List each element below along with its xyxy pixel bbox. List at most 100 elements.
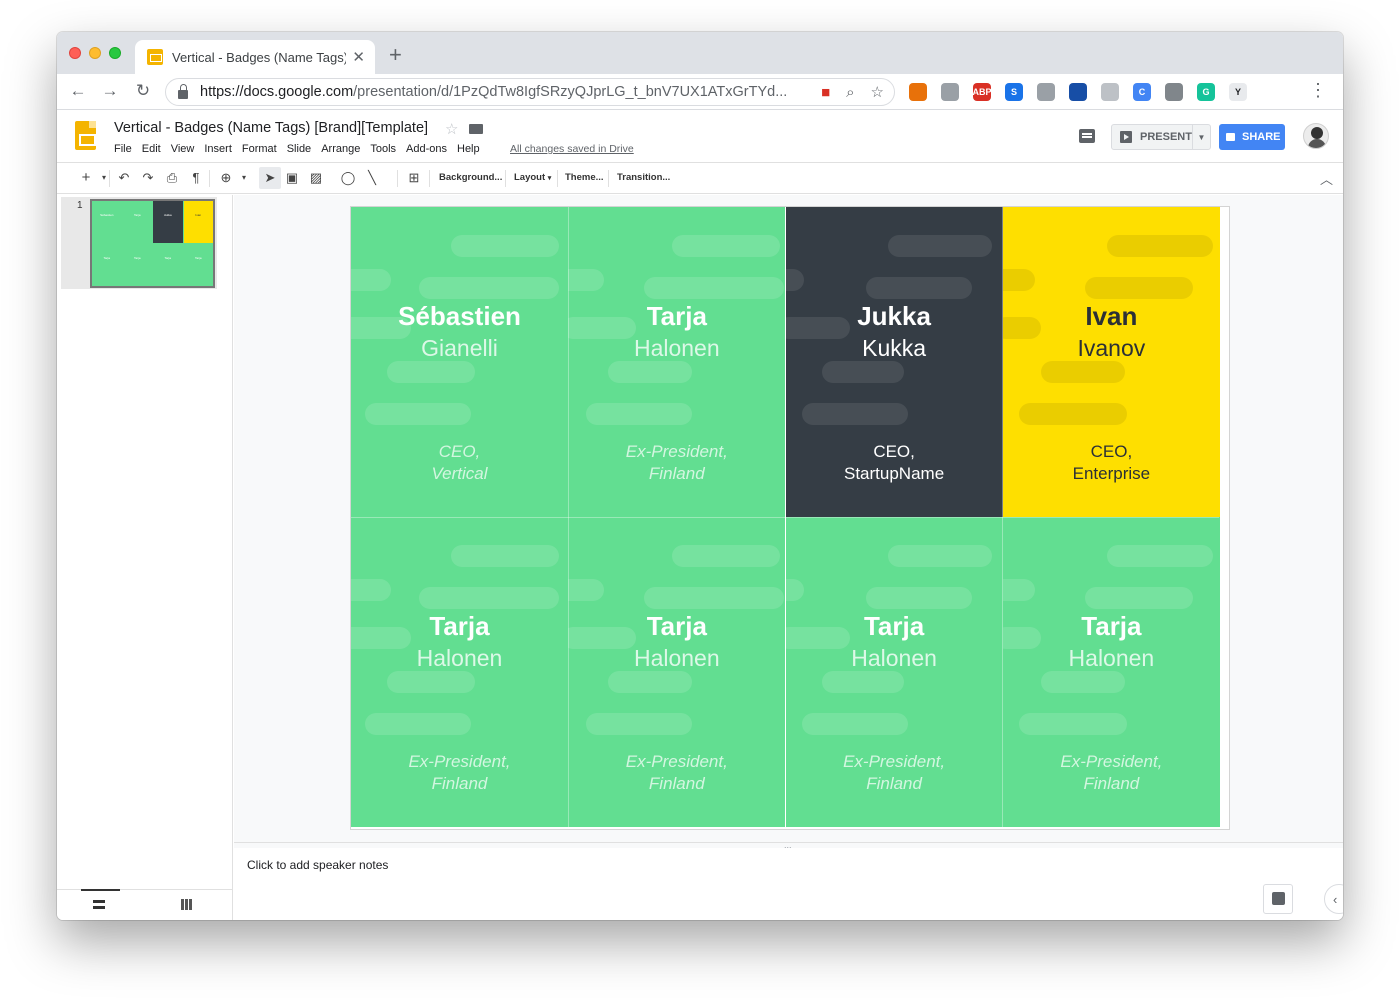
forward-arrow-icon[interactable]: → [99,81,121,101]
speaker-notes[interactable]: Click to add speaker notes [234,848,1343,920]
badge-role[interactable]: CEO, StartupName [786,441,1003,485]
badge-last-name[interactable]: Halonen [568,645,785,672]
badge-first-name[interactable]: Tarja [786,611,1003,642]
c-extension-icon[interactable]: C [1133,83,1151,101]
user-avatar[interactable] [1303,123,1329,149]
name-badge[interactable]: Tarja Halonen Ex-President, Finland [785,517,1003,827]
name-badge[interactable]: Tarja Halonen Ex-President, Finland [568,517,786,827]
badge-last-name[interactable]: Halonen [351,645,568,672]
badge-last-name[interactable]: Gianelli [351,335,568,362]
camera-blocked-icon[interactable]: ■ [821,84,830,101]
badge-last-name[interactable]: Halonen [786,645,1003,672]
menu-help[interactable]: Help [457,143,480,155]
badge-role[interactable]: CEO, Vertical [351,441,568,485]
new-tab-button[interactable]: + [389,44,402,66]
chart-extension-icon[interactable] [1069,83,1087,101]
badge-last-name[interactable]: Halonen [1003,645,1220,672]
folder-icon[interactable] [469,124,483,134]
name-badge[interactable]: Tarja Halonen Ex-President, Finland [351,517,568,827]
badge-last-name[interactable]: Kukka [786,335,1003,362]
s-extension-icon[interactable]: S [1005,83,1023,101]
badge-role[interactable]: Ex-President, Finland [1003,751,1220,795]
badge-first-name[interactable]: Tarja [568,611,785,642]
adblock-extension-icon[interactable]: ABP [973,83,992,101]
badge-role[interactable]: CEO, Enterprise [1003,441,1220,485]
image-icon[interactable]: ▨ [307,169,325,187]
present-dropdown-icon[interactable]: ▼ [1192,125,1210,149]
list-view-icon[interactable] [93,900,105,909]
grammarly-extension-icon[interactable]: G [1197,83,1215,101]
transition-button[interactable]: Transition... [617,172,670,183]
new-slide-dropdown-icon[interactable]: ▾ [95,169,113,187]
minimize-window-button[interactable] [89,47,101,59]
circle-extension-icon[interactable] [1037,83,1055,101]
bookmark-star-icon[interactable]: ☆ [871,83,884,101]
name-badge[interactable]: Ivan Ivanov CEO, Enterprise [1002,207,1220,517]
grid-extension-icon[interactable] [1101,83,1119,101]
badge-last-name[interactable]: Halonen [568,335,785,362]
menu-file[interactable]: File [114,143,132,155]
name-badge[interactable]: Sébastien Gianelli CEO, Vertical [351,207,568,517]
badge-first-name[interactable]: Ivan [1003,301,1220,332]
menu-edit[interactable]: Edit [142,143,161,155]
theme-button[interactable]: Theme... [565,172,604,183]
slide-thumbnail[interactable]: Sébastien Tarja Jukka Ivan Tarja Tarja Tarja Ta… [90,199,215,288]
line-icon[interactable]: ╲ [363,169,381,187]
menu-format[interactable]: Format [242,143,277,155]
browser-tab-active[interactable]: Vertical - Badges (Name Tags) ✕ [135,40,375,74]
comment-history-icon[interactable] [1079,129,1095,143]
grid-view-icon[interactable] [181,899,192,910]
zoom-dropdown-icon[interactable]: ▾ [235,169,253,187]
slide[interactable]: Sébastien Gianelli CEO, Vertical Tarja Halone… [351,207,1229,829]
badge-first-name[interactable]: Tarja [351,611,568,642]
headset-extension-icon[interactable] [1165,83,1183,101]
name-badge[interactable]: Tarja Halonen Ex-President, Finland [1002,517,1220,827]
document-title[interactable]: Vertical - Badges (Name Tags) [Brand][Te… [114,120,428,136]
name-badge[interactable]: Jukka Kukka CEO, StartupName [785,207,1003,517]
tab-close-icon[interactable]: ✕ [352,50,365,65]
menu-slide[interactable]: Slide [287,143,311,155]
undo-icon[interactable]: ↶ [115,169,133,187]
print-icon[interactable]: ⎙ [163,169,181,187]
save-status-link[interactable]: All changes saved in Drive [510,143,634,155]
badge-role[interactable]: Ex-President, Finland [568,441,785,485]
speaker-notes-placeholder[interactable]: Click to add speaker notes [247,858,388,872]
reload-icon[interactable]: ↻ [132,81,154,101]
explore-icon[interactable] [1263,884,1293,914]
zoom-icon[interactable]: ⊕ [217,169,235,187]
collapse-toolbar-icon[interactable]: ︿ [1320,169,1333,188]
menu-tools[interactable]: Tools [370,143,396,155]
drive-extension-icon[interactable] [941,83,959,101]
badge-first-name[interactable]: Jukka [786,301,1003,332]
y-extension-icon[interactable]: Y [1229,83,1247,101]
menu-addons[interactable]: Add-ons [406,143,447,155]
maximize-window-button[interactable] [109,47,121,59]
badge-role[interactable]: Ex-President, Finland [786,751,1003,795]
menu-arrange[interactable]: Arrange [321,143,360,155]
zoom-icon[interactable]: ⌕ [846,84,854,101]
menu-insert[interactable]: Insert [204,143,232,155]
paint-format-icon[interactable]: ¶ [187,169,205,187]
badge-first-name[interactable]: Tarja [1003,611,1220,642]
background-button[interactable]: Background... [439,172,502,183]
select-cursor-icon[interactable]: ➤ [261,169,279,187]
address-bar[interactable]: https://docs.google.com/presentation/d/1… [165,78,895,106]
redo-icon[interactable]: ↷ [139,169,157,187]
badge-role[interactable]: Ex-President, Finland [351,751,568,795]
present-button[interactable]: PRESENT ▼ [1111,124,1211,150]
badge-first-name[interactable]: Tarja [568,301,785,332]
name-badge[interactable]: Tarja Halonen Ex-President, Finland [568,207,786,517]
new-slide-icon[interactable]: + [77,169,95,187]
url-text[interactable]: https://docs.google.com/presentation/d/1… [200,84,805,100]
browser-menu-icon[interactable]: ⋮ [1309,80,1327,101]
share-button[interactable]: SHARE [1219,124,1285,150]
badge-first-name[interactable]: Sébastien [351,301,568,332]
menu-view[interactable]: View [171,143,195,155]
layout-button[interactable]: Layout ▾ [514,172,551,183]
back-arrow-icon[interactable]: ← [67,81,89,101]
comment-add-icon[interactable]: ⊞ [405,169,423,187]
badge-role[interactable]: Ex-President, Finland [568,751,785,795]
shape-icon[interactable]: ◯ [339,169,357,187]
text-box-icon[interactable]: ▣ [283,169,301,187]
slides-logo-icon[interactable] [75,121,96,150]
